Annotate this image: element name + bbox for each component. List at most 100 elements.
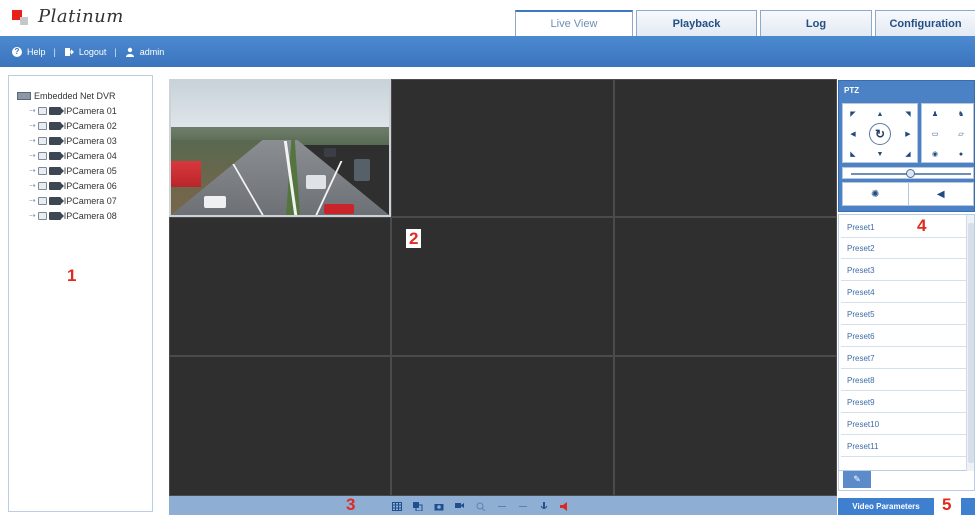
audio-toggle-icon[interactable] bbox=[560, 501, 569, 511]
camera-icon bbox=[48, 166, 64, 175]
video-cell-4[interactable] bbox=[169, 217, 391, 356]
record-status-icon bbox=[37, 136, 47, 145]
dvr-label: Embedded Net DVR bbox=[34, 90, 116, 101]
link-icon: ⇢ bbox=[29, 196, 36, 205]
help-label: Help bbox=[27, 46, 46, 57]
video-frame bbox=[171, 161, 201, 188]
ptz-aux-controls: ✺ ◀ bbox=[842, 182, 974, 206]
prev-page-icon[interactable] bbox=[497, 502, 506, 510]
record-status-icon bbox=[37, 121, 47, 130]
video-frame bbox=[354, 158, 371, 181]
zoom-icon[interactable] bbox=[476, 502, 486, 511]
preset-item[interactable]: Preset2 bbox=[841, 239, 966, 259]
tree-item-camera[interactable]: ⇢ IPCamera 01 bbox=[17, 103, 117, 118]
tree-item-camera[interactable]: ⇢ IPCamera 06 bbox=[17, 178, 117, 193]
tab-log[interactable]: Log bbox=[760, 10, 872, 36]
preset-item[interactable]: Preset3 bbox=[841, 261, 966, 281]
preset-footer: ✎ bbox=[838, 471, 975, 491]
preset-item[interactable]: Preset11 bbox=[841, 437, 966, 457]
record-status-icon bbox=[37, 166, 47, 175]
video-cell-7[interactable] bbox=[169, 356, 391, 496]
preview-all-icon[interactable] bbox=[413, 501, 423, 511]
ptz-down-left-icon[interactable]: ◣ bbox=[844, 145, 862, 163]
preset-tab-icon[interactable]: ✎ bbox=[843, 471, 871, 488]
ptz-panel: PTZ ◤ ▲ ◥ ◀ ↻ ▶ ◣ ▼ ◢ ♟ ♞ ▭ ▱ ◉ ● ✺ ◀ bbox=[838, 80, 975, 212]
video-cell-5[interactable] bbox=[391, 217, 614, 356]
video-cell-8[interactable] bbox=[391, 356, 614, 496]
video-cell-9[interactable] bbox=[614, 356, 837, 496]
zoom-out-icon[interactable]: ♞ bbox=[952, 105, 970, 123]
slider-thumb[interactable] bbox=[906, 169, 915, 178]
tree-item-camera[interactable]: ⇢ IPCamera 05 bbox=[17, 163, 117, 178]
video-cell-6[interactable] bbox=[614, 217, 837, 356]
device-tree: Embedded Net DVR ⇢ IPCamera 01 ⇢ IPCamer… bbox=[17, 88, 117, 223]
record-status-icon bbox=[37, 151, 47, 160]
wiper-icon[interactable]: ◀ bbox=[909, 183, 974, 205]
camera-icon bbox=[48, 181, 64, 190]
logout-icon bbox=[64, 47, 74, 57]
record-status-icon bbox=[37, 211, 47, 220]
window-split-icon[interactable] bbox=[392, 501, 402, 511]
tab-configuration[interactable]: Configuration bbox=[875, 10, 975, 36]
logout-link[interactable]: Logout bbox=[64, 47, 106, 57]
preset-item[interactable]: Preset9 bbox=[841, 393, 966, 413]
ptz-up-left-icon[interactable]: ◤ bbox=[844, 105, 862, 123]
zoom-in-icon[interactable]: ♟ bbox=[926, 105, 944, 123]
tab-playback[interactable]: Playback bbox=[636, 10, 757, 36]
record-icon[interactable] bbox=[455, 502, 464, 510]
preset-item[interactable]: Preset1 bbox=[841, 218, 966, 238]
camera-label: IPCamera 02 bbox=[63, 120, 117, 131]
tree-root-dvr[interactable]: Embedded Net DVR bbox=[17, 88, 117, 103]
tree-item-camera[interactable]: ⇢ IPCamera 03 bbox=[17, 133, 117, 148]
tree-item-camera[interactable]: ⇢ IPCamera 07 bbox=[17, 193, 117, 208]
preset-scrollbar[interactable] bbox=[966, 215, 974, 472]
iris-close-icon[interactable]: ● bbox=[952, 145, 970, 163]
video-cell-3[interactable] bbox=[614, 79, 837, 217]
preset-item[interactable]: Preset4 bbox=[841, 283, 966, 303]
annotation-marker-5: 5 bbox=[942, 495, 952, 514]
volume-icon[interactable] bbox=[539, 501, 548, 510]
camera-icon bbox=[48, 136, 64, 145]
ptz-down-icon[interactable]: ▼ bbox=[871, 145, 889, 163]
link-icon: ⇢ bbox=[29, 136, 36, 145]
ptz-left-icon[interactable]: ◀ bbox=[844, 125, 862, 143]
ptz-lens-controls: ♟ ♞ ▭ ▱ ◉ ● bbox=[921, 103, 974, 163]
camera-icon bbox=[48, 151, 64, 160]
tab-live-view[interactable]: Live View bbox=[515, 10, 633, 36]
video-parameters-button[interactable]: Video Parameters bbox=[838, 498, 934, 515]
iris-open-icon[interactable]: ◉ bbox=[926, 145, 944, 163]
video-parameters-toggle[interactable] bbox=[961, 498, 975, 515]
preset-item[interactable]: Preset5 bbox=[841, 305, 966, 325]
video-cell-1[interactable] bbox=[169, 79, 391, 217]
ptz-up-right-icon[interactable]: ◥ bbox=[899, 105, 917, 123]
device-tree-panel: Embedded Net DVR ⇢ IPCamera 01 ⇢ IPCamer… bbox=[8, 75, 153, 512]
ptz-speed-slider[interactable] bbox=[842, 167, 974, 179]
light-icon[interactable]: ✺ bbox=[843, 183, 909, 205]
preset-item[interactable]: Preset8 bbox=[841, 371, 966, 391]
header: Platinum Live View Playback Log Configur… bbox=[0, 0, 975, 36]
camera-label: IPCamera 01 bbox=[63, 105, 117, 116]
ptz-auto-icon[interactable]: ↻ bbox=[869, 123, 891, 145]
next-page-icon[interactable] bbox=[518, 502, 527, 510]
tree-item-camera[interactable]: ⇢ IPCamera 04 bbox=[17, 148, 117, 163]
logo-mark-icon bbox=[12, 8, 30, 26]
preset-item[interactable]: Preset7 bbox=[841, 349, 966, 369]
help-link[interactable]: ? Help bbox=[12, 46, 46, 57]
preset-item[interactable]: Preset6 bbox=[841, 327, 966, 347]
tree-item-camera[interactable]: ⇢ IPCamera 02 bbox=[17, 118, 117, 133]
camera-label: IPCamera 06 bbox=[63, 180, 117, 191]
focus-near-icon[interactable]: ▭ bbox=[926, 125, 944, 143]
tree-item-camera[interactable]: ⇢ IPCamera 08 bbox=[17, 208, 117, 223]
scroll-thumb[interactable] bbox=[968, 223, 974, 463]
ptz-down-right-icon[interactable]: ◢ bbox=[899, 145, 917, 163]
camera-icon bbox=[48, 211, 64, 220]
capture-icon[interactable] bbox=[434, 502, 444, 510]
ptz-up-icon[interactable]: ▲ bbox=[871, 105, 889, 123]
preset-item[interactable]: Preset10 bbox=[841, 415, 966, 435]
top-bar: ? Help | Logout | admin bbox=[0, 36, 975, 67]
focus-far-icon[interactable]: ▱ bbox=[952, 125, 970, 143]
annotation-marker-4: 4 bbox=[917, 216, 927, 235]
link-icon: ⇢ bbox=[29, 106, 36, 115]
video-cell-2[interactable] bbox=[391, 79, 614, 217]
ptz-right-icon[interactable]: ▶ bbox=[899, 125, 917, 143]
